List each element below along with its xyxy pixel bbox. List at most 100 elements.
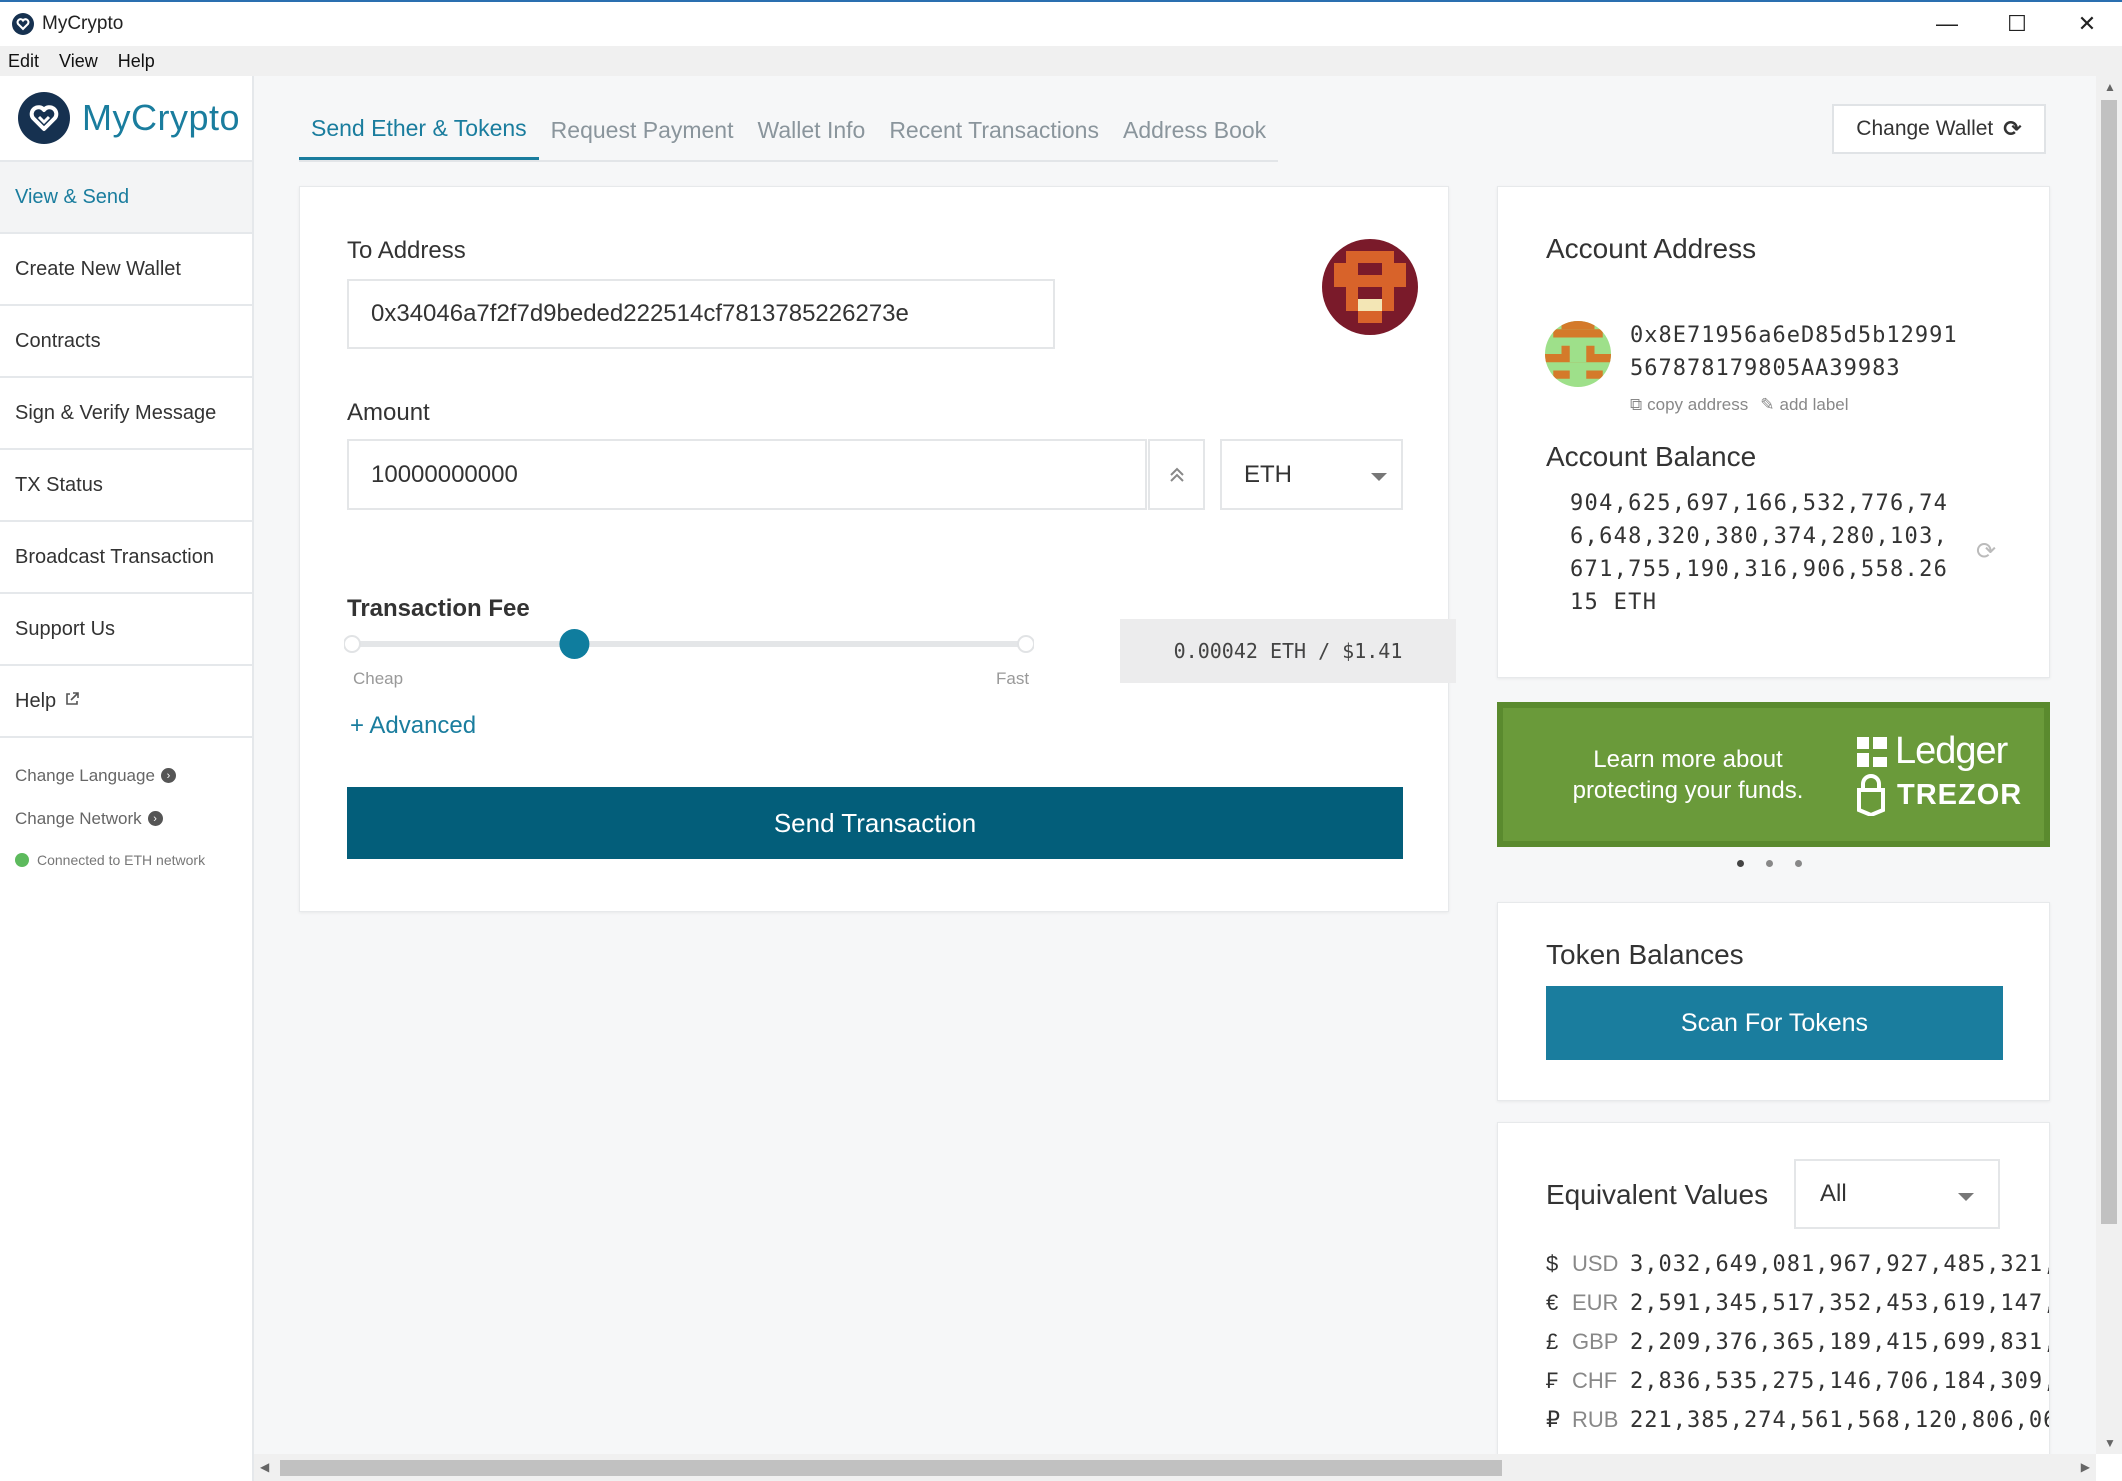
amount-input[interactable]: 10000000000 (347, 439, 1147, 510)
double-chevron-up-icon (1169, 467, 1184, 482)
equivalent-values-title: Equivalent Values (1546, 1179, 1769, 1210)
sidebar-item-help-label: Help (15, 689, 57, 712)
currency-symbol: $ (1546, 1251, 1559, 1276)
network-status: Connected to ETH network (0, 840, 252, 880)
tab-send-ether-tokens[interactable]: Send Ether & Tokens (299, 100, 539, 160)
sidebar-item-help[interactable]: Help (0, 666, 252, 738)
account-balance-title: Account Balance (1546, 441, 1757, 472)
carousel-dots[interactable] (1737, 860, 1802, 867)
network-status-text: Connected to ETH network (37, 852, 206, 868)
ledger-logo-icon (1857, 736, 1887, 767)
change-wallet-button[interactable]: Change Wallet ⟳ (1832, 104, 2046, 154)
change-wallet-label: Change Wallet (1856, 117, 1994, 140)
change-network-link[interactable]: Change Network › (0, 797, 252, 840)
currency-code: RUB (1572, 1407, 1619, 1432)
currency-filter-value: All (1820, 1180, 1847, 1207)
menu-edit[interactable]: Edit (8, 51, 39, 72)
tab-recent-transactions[interactable]: Recent Transactions (877, 100, 1111, 160)
brand-name: MyCrypto (82, 97, 241, 138)
equivalent-row-gbp: £ GBP 2,209,376,365,189,415,699,831,8 (1546, 1329, 2049, 1355)
currency-symbol: € (1546, 1290, 1559, 1315)
brand-logo[interactable]: MyCrypto (0, 76, 252, 162)
menu-help[interactable]: Help (118, 51, 155, 72)
to-address-input[interactable]: 0x34046a7f2f7d9beded222514cf781378522627… (347, 279, 1055, 349)
currency-symbol: ₽ (1546, 1407, 1560, 1432)
main-content: Send Ether & Tokens Request Payment Wall… (254, 76, 2096, 1481)
scroll-down-arrow-icon[interactable]: ▼ (2104, 1436, 2116, 1450)
fee-slider[interactable] (344, 627, 1034, 687)
transaction-fee-label: Transaction Fee (347, 595, 530, 622)
caret-down-icon (1958, 1193, 1974, 1201)
menu-bar: Edit View Help (0, 46, 2122, 76)
to-address-label: To Address (347, 237, 466, 264)
tab-address-book[interactable]: Address Book (1111, 100, 1278, 160)
horizontal-scrollbar[interactable]: ◀ ▶ (254, 1454, 2096, 1481)
trezor-logo-icon (1857, 774, 1885, 816)
horizontal-scroll-thumb[interactable] (280, 1460, 1502, 1476)
sidebar-item-broadcast[interactable]: Broadcast Transaction (0, 522, 252, 594)
equivalent-values-card: Equivalent Values All $ USD 3,032,649,08… (1497, 1122, 2050, 1481)
equivalent-row-eur: € EUR 2,591,345,517,352,453,619,147,2 (1546, 1290, 2049, 1316)
equivalent-row-chf: ₣ CHF 2,836,535,275,146,706,184,309,0 (1546, 1368, 2050, 1394)
sidebar-item-sign-verify[interactable]: Sign & Verify Message (0, 378, 252, 450)
currency-code: CHF (1572, 1368, 1618, 1393)
balance-line-3: 671,755,190,316,906,558.26 (1570, 557, 1949, 582)
currency-value: 3,032,649,081,967,927,485,321,7 (1630, 1251, 2050, 1277)
carousel-dot[interactable] (1737, 860, 1744, 867)
currency-code: USD (1572, 1251, 1619, 1276)
carousel-dot[interactable] (1766, 860, 1773, 867)
equivalent-row-rub: ₽ RUB 221,385,274,561,568,120,806,060, (1546, 1407, 2050, 1433)
arrow-right-circle-icon: › (147, 811, 163, 826)
currency-symbol: ₣ (1546, 1368, 1559, 1393)
minimize-button[interactable]: — (1912, 2, 1982, 46)
change-network-label: Change Network (15, 808, 142, 828)
vertical-scrollbar[interactable]: ▲ ▼ (2096, 76, 2122, 1454)
ad-text-line1: Learn more about (1593, 746, 1783, 773)
close-button[interactable]: ✕ (2052, 2, 2122, 46)
scroll-left-arrow-icon[interactable]: ◀ (260, 1460, 269, 1474)
vertical-scroll-thumb[interactable] (2101, 100, 2117, 1224)
balance-line-1: 904,625,697,166,532,776,74 (1570, 491, 1949, 516)
window-title: MyCrypto (42, 13, 124, 34)
ledger-brand: Ledger (1895, 730, 2008, 772)
caret-down-icon (1371, 473, 1387, 481)
app-logo-icon (12, 13, 34, 35)
copy-icon: ⧉ (1630, 395, 1643, 414)
currency-filter-select[interactable]: All (1794, 1159, 2000, 1229)
unit-value: ETH (1244, 460, 1292, 488)
currency-symbol: £ (1546, 1329, 1559, 1354)
currency-value: 2,836,535,275,146,706,184,309,0 (1630, 1368, 2050, 1394)
scroll-right-arrow-icon[interactable]: ▶ (2081, 1460, 2090, 1474)
currency-value: 221,385,274,561,568,120,806,060, (1630, 1407, 2050, 1433)
menu-view[interactable]: View (59, 51, 98, 72)
currency-code: EUR (1572, 1290, 1619, 1315)
carousel-dot[interactable] (1795, 860, 1802, 867)
window-titlebar: MyCrypto — ☐ ✕ (0, 0, 2122, 46)
send-max-button[interactable] (1148, 439, 1205, 510)
add-label-link[interactable]: add label (1780, 395, 1849, 415)
token-balances-title: Token Balances (1546, 939, 1744, 970)
hardware-wallet-ad[interactable]: Learn more about protecting your funds. … (1497, 702, 2050, 847)
advanced-toggle[interactable]: + Advanced (350, 712, 476, 740)
fee-slider-knob[interactable] (559, 629, 590, 659)
scan-for-tokens-button[interactable]: Scan For Tokens (1546, 986, 2003, 1060)
sidebar-item-contracts[interactable]: Contracts (0, 306, 252, 378)
maximize-button[interactable]: ☐ (1982, 2, 2052, 46)
balance-line-2: 6,648,320,380,374,280,103, (1570, 524, 1949, 549)
sidebar-item-support[interactable]: Support Us (0, 594, 252, 666)
status-dot-icon (15, 853, 29, 867)
tab-wallet-info[interactable]: Wallet Info (746, 100, 878, 160)
sidebar: MyCrypto View & Send Create New Wallet C… (0, 76, 254, 1481)
sidebar-item-tx-status[interactable]: TX Status (0, 450, 252, 522)
change-language-link[interactable]: Change Language › (0, 754, 252, 797)
sidebar-item-view-send[interactable]: View & Send (0, 162, 252, 234)
copy-address-link[interactable]: copy address (1647, 395, 1748, 415)
send-transaction-button[interactable]: Send Transaction (347, 787, 1403, 859)
arrow-right-circle-icon: › (160, 768, 176, 783)
unit-select[interactable]: ETH (1220, 439, 1403, 510)
sidebar-item-create-wallet[interactable]: Create New Wallet (0, 234, 252, 306)
tab-request-payment[interactable]: Request Payment (539, 100, 746, 160)
scroll-up-arrow-icon[interactable]: ▲ (2104, 80, 2116, 94)
refresh-balance-icon[interactable]: ⟳ (1976, 537, 1996, 566)
amount-label: Amount (347, 399, 430, 426)
